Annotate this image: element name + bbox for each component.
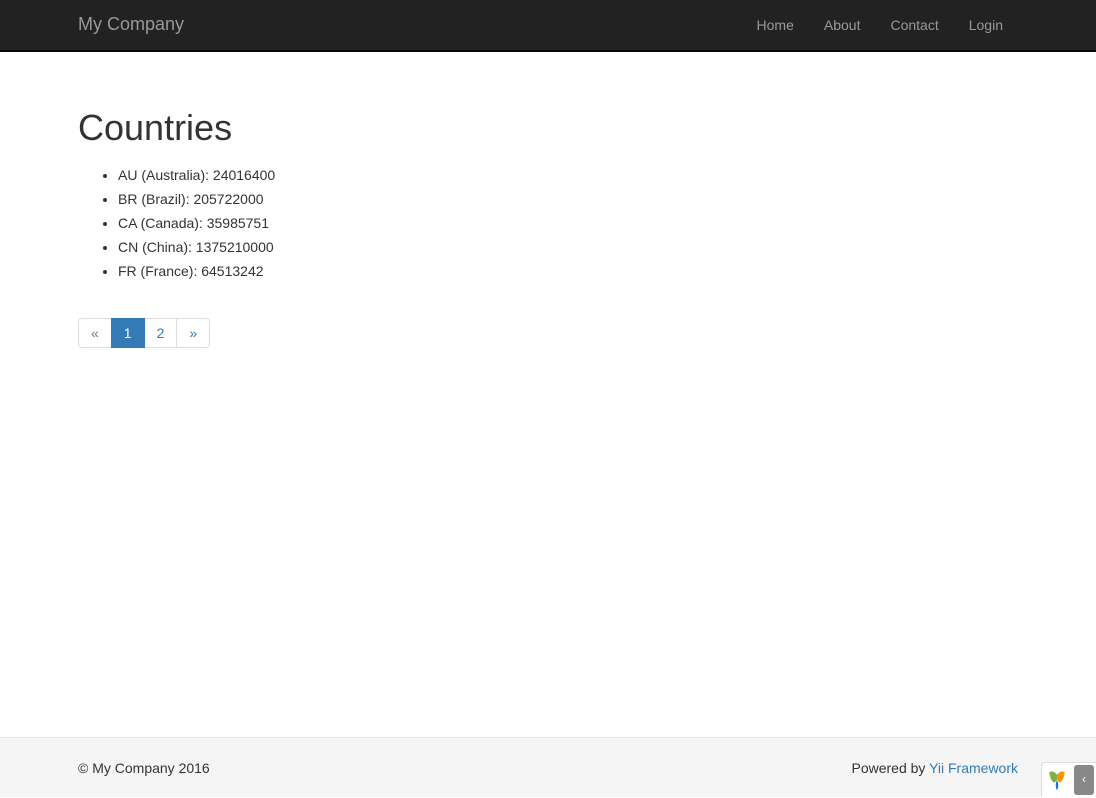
pagination-next[interactable]: » [176, 318, 210, 348]
footer: © My Company 2016 Powered by Yii Framewo… [0, 737, 1096, 797]
main-content: Countries AU (Australia): 24016400 BR (B… [63, 52, 1033, 343]
yii-logo-icon[interactable] [1042, 765, 1072, 795]
footer-powered: Powered by Yii Framework [851, 758, 1018, 778]
pagination-page-1[interactable]: 1 [111, 318, 145, 348]
page-title: Countries [78, 102, 1018, 153]
debug-toggle-button[interactable]: ‹ [1074, 765, 1094, 795]
pagination: « 1 2 » [78, 323, 210, 343]
nav-login[interactable]: Login [954, 0, 1018, 50]
nav-home[interactable]: Home [742, 0, 809, 50]
navbar-nav: Home About Contact Login [742, 0, 1018, 50]
powered-by-link[interactable]: Yii Framework [929, 760, 1018, 776]
nav-about[interactable]: About [809, 0, 876, 50]
list-item: BR (Brazil): 205722000 [118, 187, 1018, 211]
list-item: CN (China): 1375210000 [118, 235, 1018, 259]
debug-toolbar: ‹ [1041, 762, 1096, 797]
list-item: CA (Canada): 35985751 [118, 211, 1018, 235]
pagination-prev[interactable]: « [78, 318, 112, 348]
powered-by-text: Powered by [851, 760, 929, 776]
pagination-page-2[interactable]: 2 [144, 318, 178, 348]
list-item: AU (Australia): 24016400 [118, 163, 1018, 187]
list-item: FR (France): 64513242 [118, 259, 1018, 283]
country-list: AU (Australia): 24016400 BR (Brazil): 20… [78, 163, 1018, 283]
nav-contact[interactable]: Contact [875, 0, 953, 50]
navbar-brand[interactable]: My Company [78, 0, 184, 53]
navbar: My Company Home About Contact Login [0, 0, 1096, 52]
footer-copyright: © My Company 2016 [78, 758, 210, 778]
